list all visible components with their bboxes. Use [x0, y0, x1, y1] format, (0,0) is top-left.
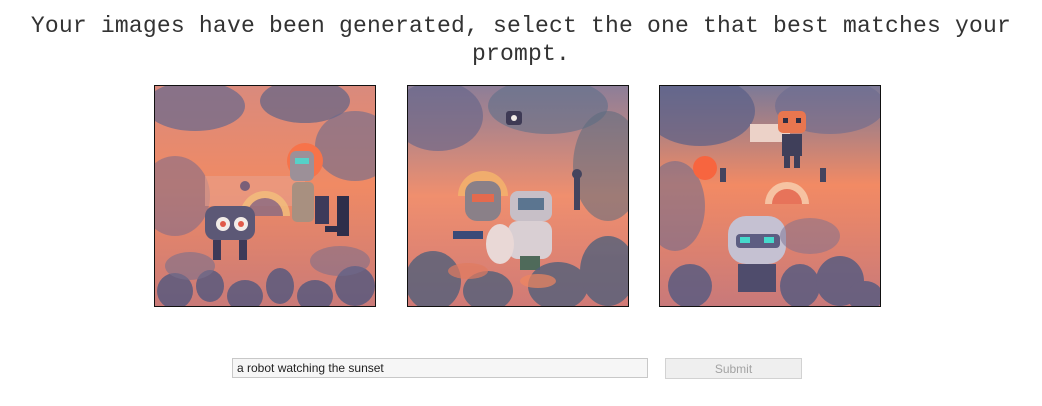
- robot-sunset-image-1: [155, 86, 375, 306]
- robot-sunset-image-2: [408, 86, 628, 306]
- instruction-heading-line-1: Your images have been generated, select …: [30, 13, 1012, 39]
- robot-sunset-image-3: [660, 86, 880, 306]
- generated-image-3[interactable]: [659, 85, 881, 307]
- prompt-input[interactable]: [232, 358, 648, 378]
- generated-image-2[interactable]: [407, 85, 629, 307]
- instruction-heading-line-2: prompt.: [471, 41, 571, 67]
- generated-image-1[interactable]: [154, 85, 376, 307]
- instruction-heading: Your images have been generated, select …: [0, 12, 1042, 68]
- image-gallery: [0, 85, 1042, 307]
- submit-button[interactable]: Submit: [665, 358, 802, 379]
